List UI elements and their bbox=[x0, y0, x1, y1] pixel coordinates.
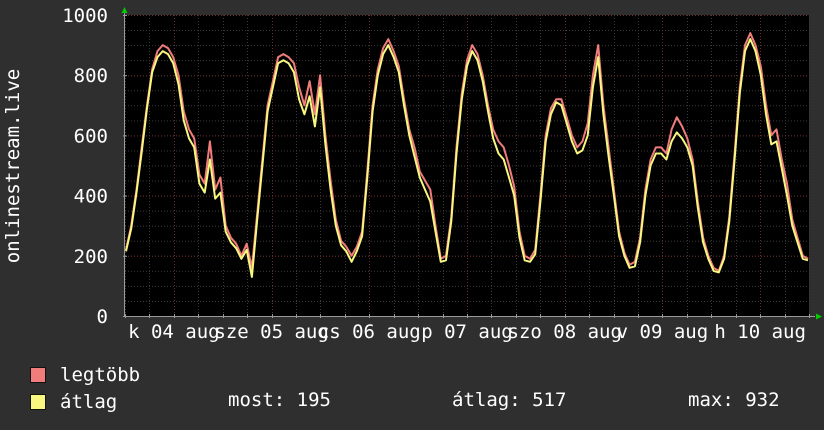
y-tick-label: 1000 bbox=[62, 5, 108, 27]
x-tick-label: h 10 aug bbox=[714, 321, 806, 343]
y-tick-label: 800 bbox=[74, 65, 108, 87]
y-tick-label: 0 bbox=[97, 306, 108, 328]
stat-average: átlag: 517 bbox=[452, 389, 567, 411]
legend-avg-label: átlag bbox=[60, 391, 118, 413]
x-tick-label: szo 08 aug bbox=[508, 321, 622, 343]
legend-max-swatch bbox=[30, 367, 46, 383]
stat-maximum: max: 932 bbox=[688, 389, 780, 411]
x-tick-label: sze 05 aug bbox=[214, 321, 328, 343]
legend-max: legtöbb bbox=[30, 363, 140, 387]
legend-avg-swatch bbox=[30, 394, 46, 410]
x-tick-label: p 07 aug bbox=[421, 321, 513, 343]
y-axis-arrow-icon bbox=[121, 7, 128, 13]
x-axis-arrow-icon bbox=[816, 313, 822, 320]
y-tick-label: 600 bbox=[74, 125, 108, 147]
y-axis-label: onlinestream.live bbox=[2, 69, 24, 263]
legend-max-label: legtöbb bbox=[60, 364, 141, 386]
y-tick-label: 400 bbox=[74, 186, 108, 208]
x-tick-label: cs 06 aug bbox=[318, 321, 421, 343]
x-tick-label: v 09 aug bbox=[617, 321, 709, 343]
legend-avg: átlag bbox=[30, 390, 117, 414]
x-tick-label: k 04 aug bbox=[128, 321, 220, 343]
y-tick-label: 200 bbox=[74, 246, 108, 268]
stat-current: most: 195 bbox=[228, 389, 331, 411]
